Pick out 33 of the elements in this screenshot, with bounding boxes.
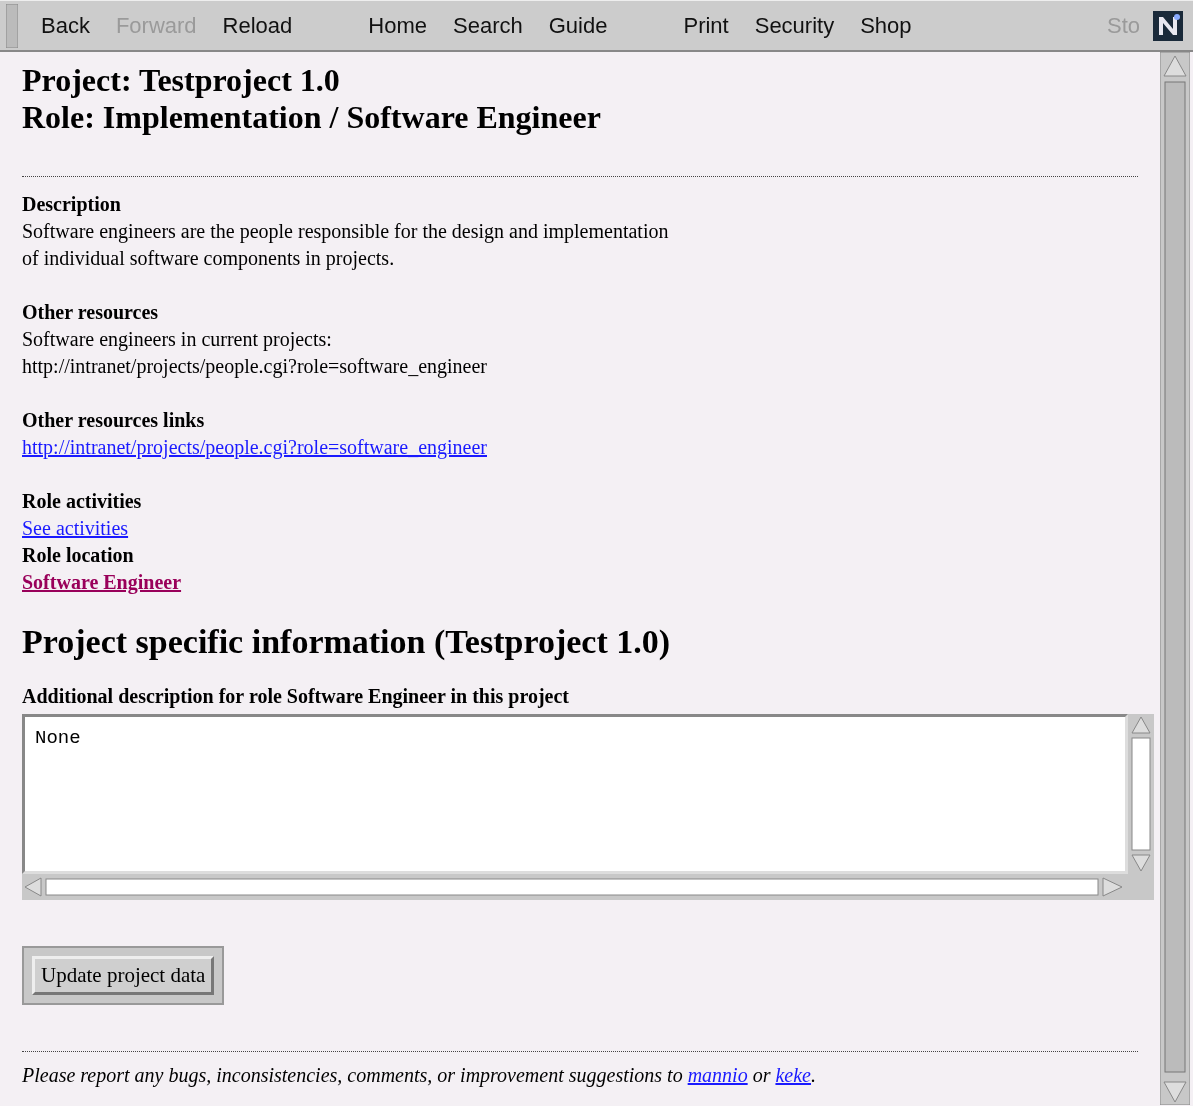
field-label: Additional description for role Software Engineer in this project [22,685,571,708]
page-title: Role: Implementation / Software Engineer [22,99,602,136]
toolbar-button[interactable]: Search [440,8,536,43]
body-text: http://intranet/projects/people.cgi?role=software_engineer [22,354,488,380]
email-link[interactable]: mannio [687,1064,748,1086]
link[interactable]: See activities [22,517,129,539]
vertical-scrollbar[interactable] [1128,714,1154,874]
link[interactable]: http://intranet/projects/people.cgi?role=software_engineer [22,436,487,458]
section-heading: Role activities [22,489,143,514]
text-area[interactable]: None [22,714,1128,874]
toolbar-button[interactable]: Reload [209,8,306,43]
body-text: Software engineers in current projects: [22,327,333,353]
email-link[interactable]: keke [775,1064,811,1086]
toolbar-button[interactable]: Home [355,8,440,43]
section-heading: Other resources [22,300,160,325]
link[interactable]: Software Engineer [22,571,182,593]
toolbar-button[interactable]: Guide [535,8,621,43]
footer-text: Please report any bugs, inconsistencies, comments, or improvement suggestions to mannio or keke. [22,1064,817,1087]
toolbar-button[interactable]: Security [741,8,848,43]
toolbar-button[interactable]: Shop [847,8,925,43]
page-scrollbar[interactable] [1160,52,1190,1105]
grip-icon[interactable] [6,3,18,48]
toolbar-button[interactable]: Print [670,8,742,43]
section-title: Project specific information (Testproject 1.0) [22,623,672,661]
update-button[interactable]: Update project data [32,956,215,995]
body-text: Software engineers are the people responsible for the design and implementation [22,219,670,245]
logo-icon[interactable] [1153,10,1183,41]
body-text: of individual software components in projects. [22,246,396,272]
section-heading: Role location [22,543,135,568]
section-heading: Other resources links [22,408,206,433]
page-title: Project: Testproject 1.0 [22,62,341,99]
section-heading: Description [22,192,122,218]
toolbar-button[interactable]: Back [28,8,103,43]
